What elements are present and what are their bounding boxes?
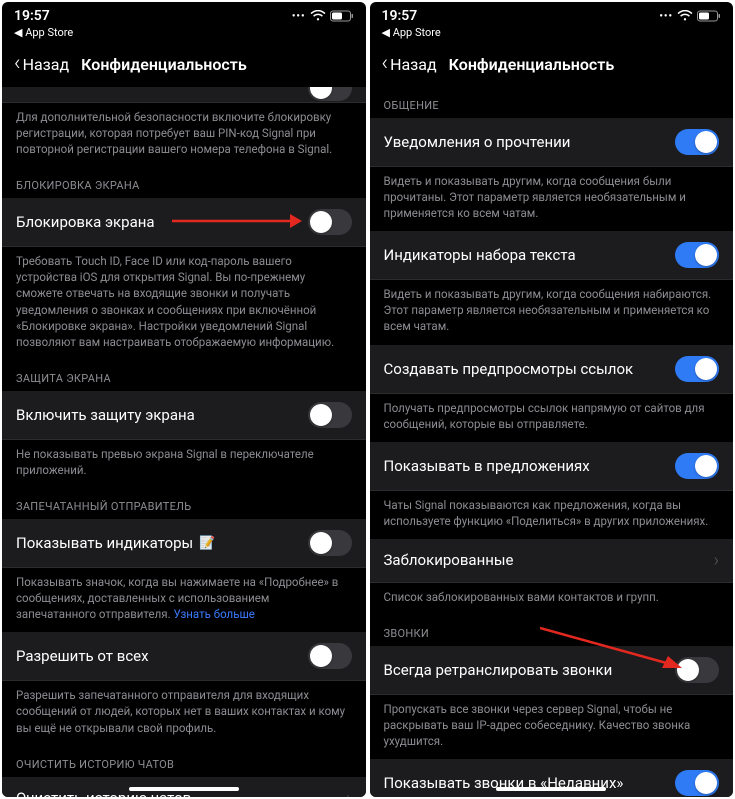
nav-back-label: Назад — [23, 55, 70, 74]
blocked-footer: Список заблокированных вами контактов и … — [370, 583, 734, 615]
chevron-left-icon: ◀ — [382, 26, 393, 39]
link-previews-toggle[interactable] — [675, 356, 719, 382]
chevron-left-icon: ‹ — [14, 53, 21, 75]
document-icon: 📝 — [199, 536, 215, 551]
battery-icon — [697, 10, 721, 22]
status-bar: 19:57 ••• — [370, 2, 734, 26]
blocked-label: Заблокированные — [384, 551, 514, 569]
registration-lock-footer: Для дополнительной безопасности включите… — [2, 103, 366, 167]
cellular-icon: ••• — [659, 11, 673, 22]
section-header-screen-lock: БЛОКИРОВКА ЭКРАНА — [2, 167, 366, 198]
row-screen-lock: Блокировка экрана — [2, 198, 366, 247]
section-header-communication: ОБЩЕНИЕ — [370, 87, 734, 118]
status-icons: ••• — [292, 10, 354, 22]
arrow-annotation-icon — [172, 210, 302, 232]
show-indicators-label: Показывать индикаторы 📝 — [16, 534, 215, 552]
screen-lock-label: Блокировка экрана — [16, 213, 155, 231]
wifi-icon — [310, 10, 326, 22]
link-previews-label: Создавать предпросмотры ссылок — [384, 360, 634, 378]
relay-calls-footer: Пропускать все звонки через сервер Signa… — [370, 695, 734, 759]
phone-right: 19:57 ••• ◀ App Store ‹ Назад Конфиденци… — [370, 2, 734, 797]
screen-protect-footer: Не показывать превью экрана Signal в пер… — [2, 440, 366, 488]
nav-back-label: Назад — [390, 55, 437, 74]
phone-left: 19:57 ••• ◀ App Store ‹ Назад Конфиденци… — [2, 2, 366, 797]
partial-row-top — [2, 87, 366, 103]
screen-protect-label: Включить защиту экрана — [16, 406, 195, 424]
registration-lock-toggle[interactable] — [308, 87, 352, 101]
row-show-recent-calls: Показывать звонки в «Недавних» — [370, 759, 734, 797]
typing-indicators-toggle[interactable] — [675, 242, 719, 268]
status-time: 19:57 — [14, 8, 50, 24]
nav-bar: ‹ Назад Конфиденциальность — [2, 45, 366, 87]
relay-calls-label: Всегда ретранслировать звонки — [384, 661, 613, 679]
nav-back-button[interactable]: ‹ Назад — [14, 53, 69, 75]
section-header-calls: ЗВОНКИ — [370, 615, 734, 646]
row-read-receipts: Уведомления о прочтении — [370, 118, 734, 167]
row-show-indicators: Показывать индикаторы 📝 — [2, 519, 366, 568]
read-receipts-toggle[interactable] — [675, 129, 719, 155]
nav-back-button[interactable]: ‹ Назад — [382, 53, 437, 75]
wifi-icon — [677, 10, 693, 22]
screen-protect-toggle[interactable] — [308, 402, 352, 428]
section-header-sealed-sender: ЗАПЕЧАТАННЫЙ ОТПРАВИТЕЛЬ — [2, 488, 366, 519]
back-to-appstore[interactable]: ◀ App Store — [370, 26, 734, 45]
cellular-icon: ••• — [292, 11, 306, 22]
chevron-left-icon: ‹ — [382, 53, 389, 75]
status-time: 19:57 — [382, 8, 418, 24]
status-icons: ••• — [659, 10, 721, 22]
show-recent-calls-toggle[interactable] — [675, 770, 719, 796]
settings-scroll[interactable]: ОБЩЕНИЕ Уведомления о прочтении Видеть и… — [370, 87, 734, 797]
chevron-right-icon: › — [714, 550, 719, 571]
read-receipts-label: Уведомления о прочтении — [384, 133, 571, 151]
allow-all-footer: Разрешить запечатанного отправителя для … — [2, 681, 366, 745]
settings-scroll[interactable]: Для дополнительной безопасности включите… — [2, 87, 366, 797]
row-relay-calls: Всегда ретранслировать звонки — [370, 646, 734, 695]
allow-all-toggle[interactable] — [308, 643, 352, 669]
section-header-screen-protect: ЗАЩИТА ЭКРАНА — [2, 360, 366, 391]
screen-lock-toggle[interactable] — [308, 209, 352, 235]
chevron-left-icon: ◀ — [14, 26, 25, 39]
show-suggestions-footer: Чаты Signal показываются как предложения… — [370, 491, 734, 539]
allow-all-label: Разрешить от всех — [16, 647, 149, 665]
typing-indicators-footer: Видеть и показывать другим, когда сообще… — [370, 280, 734, 344]
show-indicators-footer: Показывать значок, когда вы нажимаете на… — [2, 568, 366, 632]
status-bar: 19:57 ••• — [2, 2, 366, 26]
row-link-previews: Создавать предпросмотры ссылок — [370, 345, 734, 394]
show-suggestions-toggle[interactable] — [675, 453, 719, 479]
nav-title: Конфиденциальность — [81, 55, 247, 74]
link-previews-footer: Получать предпросмотры ссылок напрямую о… — [370, 394, 734, 442]
typing-indicators-label: Индикаторы набора текста — [384, 246, 576, 264]
row-blocked[interactable]: Заблокированные › — [370, 539, 734, 583]
relay-calls-toggle[interactable] — [675, 657, 719, 683]
chevron-right-icon: › — [346, 788, 351, 797]
screen-lock-footer: Требовать Touch ID, Face ID или код-паро… — [2, 247, 366, 360]
home-indicator[interactable] — [129, 787, 239, 791]
row-show-suggestions: Показывать в предложениях — [370, 442, 734, 491]
read-receipts-footer: Видеть и показывать другим, когда сообще… — [370, 167, 734, 231]
section-header-clear-history: ОЧИСТИТЬ ИСТОРИЮ ЧАТОВ — [2, 746, 366, 777]
battery-icon — [330, 10, 354, 22]
nav-bar: ‹ Назад Конфиденциальность — [370, 45, 734, 87]
row-typing-indicators: Индикаторы набора текста — [370, 231, 734, 280]
show-suggestions-label: Показывать в предложениях — [384, 457, 590, 475]
back-to-appstore[interactable]: ◀ App Store — [2, 26, 366, 45]
learn-more-link[interactable]: Узнать больше — [173, 607, 254, 621]
home-indicator[interactable] — [496, 787, 606, 791]
row-screen-protect: Включить защиту экрана — [2, 391, 366, 440]
row-allow-all: Разрешить от всех — [2, 632, 366, 681]
nav-title: Конфиденциальность — [449, 55, 615, 74]
show-indicators-toggle[interactable] — [308, 530, 352, 556]
